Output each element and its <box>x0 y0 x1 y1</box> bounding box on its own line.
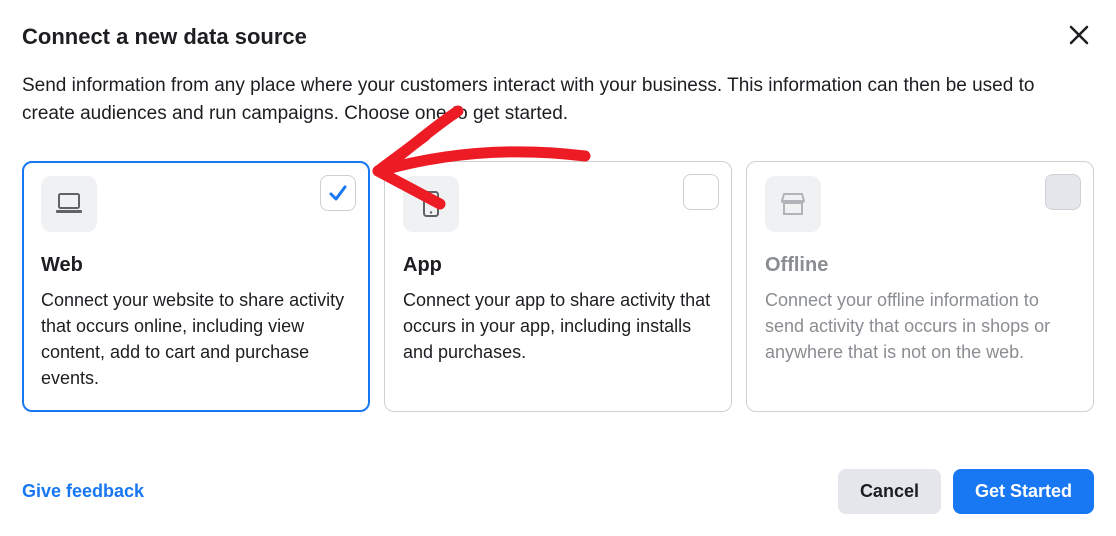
card-title: App <box>403 254 713 277</box>
card-icon-tile <box>765 176 821 232</box>
source-card-web[interactable]: Web Connect your website to share activi… <box>22 161 370 412</box>
card-checkbox[interactable] <box>683 174 719 210</box>
footer-buttons: Cancel Get Started <box>838 469 1094 514</box>
source-card-app[interactable]: App Connect your app to share activity t… <box>384 161 732 412</box>
card-icon-tile <box>41 176 97 232</box>
card-checkbox <box>1045 174 1081 210</box>
dialog-title: Connect a new data source <box>22 24 307 50</box>
checkmark-icon <box>327 182 349 204</box>
card-text: Connect your website to share activity t… <box>41 287 351 391</box>
card-text: Connect your app to share activity that … <box>403 287 713 365</box>
source-card-offline[interactable]: Offline Connect your offline information… <box>746 161 1094 412</box>
cancel-button[interactable]: Cancel <box>838 469 941 514</box>
dialog-description: Send information from any place where yo… <box>22 72 1072 127</box>
dialog-footer: Give feedback Cancel Get Started <box>22 469 1094 514</box>
card-title: Offline <box>765 254 1075 277</box>
close-icon <box>1068 24 1090 46</box>
source-cards-row: Web Connect your website to share activi… <box>22 161 1094 412</box>
card-icon-tile <box>403 176 459 232</box>
card-title: Web <box>41 254 351 277</box>
feedback-link[interactable]: Give feedback <box>22 481 144 502</box>
laptop-icon <box>54 192 84 216</box>
card-text: Connect your offline information to send… <box>765 287 1075 365</box>
dialog-header: Connect a new data source <box>22 20 1094 54</box>
store-icon <box>779 191 807 217</box>
mobile-icon <box>422 190 440 218</box>
get-started-button[interactable]: Get Started <box>953 469 1094 514</box>
card-checkbox[interactable] <box>320 175 356 211</box>
close-button[interactable] <box>1064 20 1094 54</box>
